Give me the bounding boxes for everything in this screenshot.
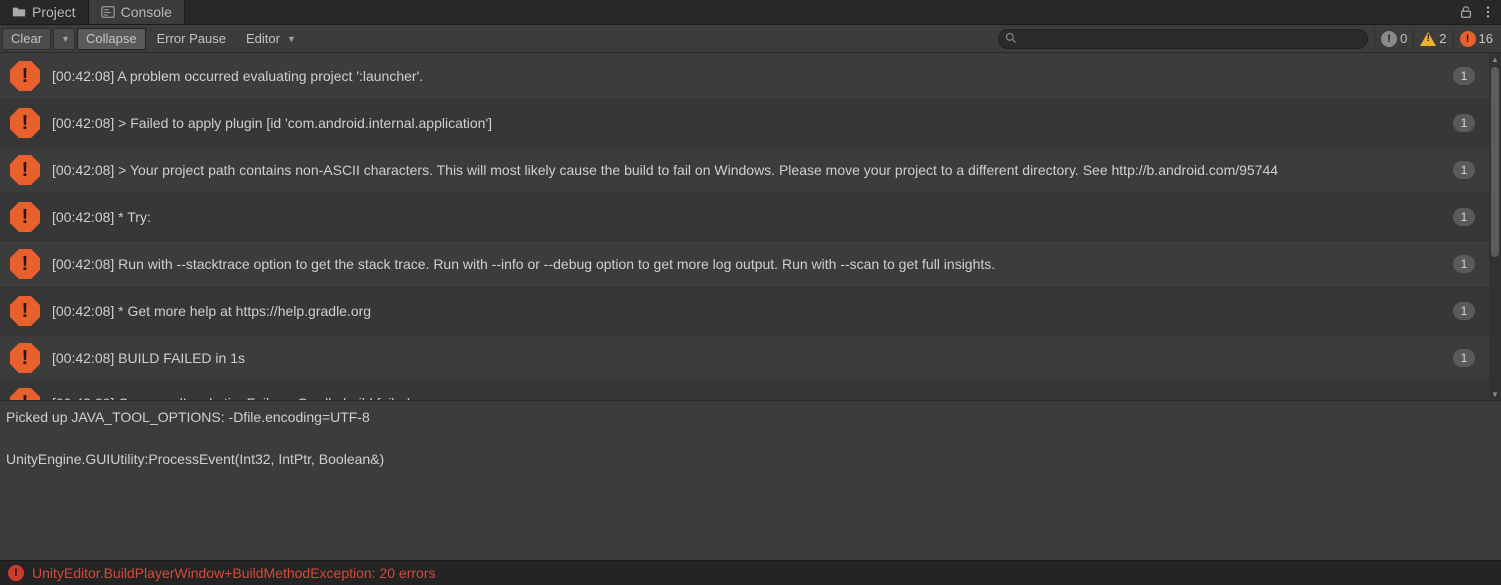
counters: ! 0 2 ! 16 <box>1374 28 1501 50</box>
error-octagon-icon <box>10 249 40 279</box>
error-counter[interactable]: ! 16 <box>1453 28 1499 50</box>
search-box <box>998 29 1368 49</box>
status-text: UnityEditor.BuildPlayerWindow+BuildMetho… <box>32 565 435 581</box>
clear-dropdown-button[interactable]: ▼ <box>53 28 75 50</box>
log-message: [00:42:08] * Get more help at https://he… <box>52 303 1453 319</box>
log-row[interactable]: [00:42:08] > Your project path contains … <box>0 147 1489 194</box>
error-count: 16 <box>1479 31 1493 46</box>
collapse-label: Collapse <box>86 31 137 46</box>
scroll-down-icon[interactable]: ▼ <box>1489 388 1501 400</box>
log-message: [00:42:29] CommandInvokationFailure: Gra… <box>52 395 1479 400</box>
console-icon <box>101 5 115 19</box>
error-octagon-icon <box>10 61 40 91</box>
app-root: Project Console Clear ▼ Collapse <box>0 0 1501 585</box>
log-message: [00:42:08] * Try: <box>52 209 1453 225</box>
log-row[interactable]: [00:42:08] BUILD FAILED in 1s 1 <box>0 335 1489 382</box>
detail-line: Picked up JAVA_TOOL_OPTIONS: -Dfile.enco… <box>6 409 370 425</box>
log-message: [00:42:08] > Your project path contains … <box>52 162 1453 178</box>
error-octagon-icon <box>10 202 40 232</box>
log-row[interactable]: [00:42:08] > Failed to apply plugin [id … <box>0 100 1489 147</box>
tab-bar-right <box>1459 5 1501 19</box>
error-octagon-icon <box>10 108 40 138</box>
collapse-button[interactable]: Collapse <box>77 28 146 50</box>
chevron-down-icon: ▼ <box>287 34 296 44</box>
collapse-count-badge: 1 <box>1453 302 1475 320</box>
search-input[interactable] <box>998 29 1368 49</box>
log-row[interactable]: [00:42:08] A problem occurred evaluating… <box>0 53 1489 100</box>
lock-icon[interactable] <box>1459 5 1473 19</box>
collapse-count-badge: 1 <box>1453 208 1475 226</box>
info-count: 0 <box>1400 31 1407 46</box>
info-counter[interactable]: ! 0 <box>1374 28 1413 50</box>
tab-project[interactable]: Project <box>0 0 89 24</box>
tab-console[interactable]: Console <box>89 0 185 24</box>
log-message: [00:42:08] A problem occurred evaluating… <box>52 68 1453 84</box>
log-row[interactable]: [00:42:29] CommandInvokationFailure: Gra… <box>0 382 1489 400</box>
vertical-scrollbar[interactable]: ▲ ▼ <box>1489 53 1501 400</box>
tab-bar: Project Console <box>0 0 1501 25</box>
tab-console-label: Console <box>121 4 172 20</box>
log-detail-pane[interactable]: Picked up JAVA_TOOL_OPTIONS: -Dfile.enco… <box>0 400 1501 560</box>
editor-dropdown-button[interactable]: Editor ▼ <box>237 28 305 50</box>
error-octagon-icon <box>10 343 40 373</box>
log-area: [00:42:08] A problem occurred evaluating… <box>0 53 1501 400</box>
chevron-down-icon: ▼ <box>61 34 70 44</box>
console-toolbar: Clear ▼ Collapse Error Pause Editor ▼ ! <box>0 25 1501 53</box>
warning-icon <box>1420 32 1436 46</box>
warn-counter[interactable]: 2 <box>1413 28 1452 50</box>
warn-count: 2 <box>1439 31 1446 46</box>
error-pause-label: Error Pause <box>157 31 226 46</box>
kebab-menu-icon[interactable] <box>1481 5 1495 19</box>
error-pause-button[interactable]: Error Pause <box>148 28 235 50</box>
clear-label: Clear <box>11 31 42 46</box>
collapse-count-badge: 1 <box>1453 161 1475 179</box>
status-bar[interactable]: ! UnityEditor.BuildPlayerWindow+BuildMet… <box>0 560 1501 585</box>
search-icon <box>1005 32 1017 44</box>
collapse-count-badge: 1 <box>1453 114 1475 132</box>
detail-line: UnityEngine.GUIUtility:ProcessEvent(Int3… <box>6 451 384 467</box>
log-list[interactable]: [00:42:08] A problem occurred evaluating… <box>0 53 1489 400</box>
error-icon: ! <box>8 565 24 581</box>
log-row[interactable]: [00:42:08] * Try: 1 <box>0 194 1489 241</box>
collapse-count-badge: 1 <box>1453 255 1475 273</box>
collapse-count-badge: 1 <box>1453 349 1475 367</box>
error-octagon-icon <box>10 296 40 326</box>
error-octagon-icon <box>10 388 40 400</box>
clear-button[interactable]: Clear <box>2 28 51 50</box>
error-octagon-icon <box>10 155 40 185</box>
search-wrap: ! 0 2 ! 16 <box>998 28 1501 50</box>
collapse-count-badge: 1 <box>1453 67 1475 85</box>
folder-icon <box>12 5 26 19</box>
log-row[interactable]: [00:42:08] Run with --stacktrace option … <box>0 241 1489 288</box>
tab-project-label: Project <box>32 4 76 20</box>
log-row[interactable]: [00:42:08] * Get more help at https://he… <box>0 288 1489 335</box>
error-icon: ! <box>1460 31 1476 47</box>
editor-label: Editor <box>246 31 280 46</box>
scroll-up-icon[interactable]: ▲ <box>1489 53 1501 65</box>
log-message: [00:42:08] > Failed to apply plugin [id … <box>52 115 1453 131</box>
scrollbar-thumb[interactable] <box>1491 67 1499 257</box>
log-message: [00:42:08] Run with --stacktrace option … <box>52 256 1453 272</box>
info-icon: ! <box>1381 31 1397 47</box>
log-message: [00:42:08] BUILD FAILED in 1s <box>52 350 1453 366</box>
